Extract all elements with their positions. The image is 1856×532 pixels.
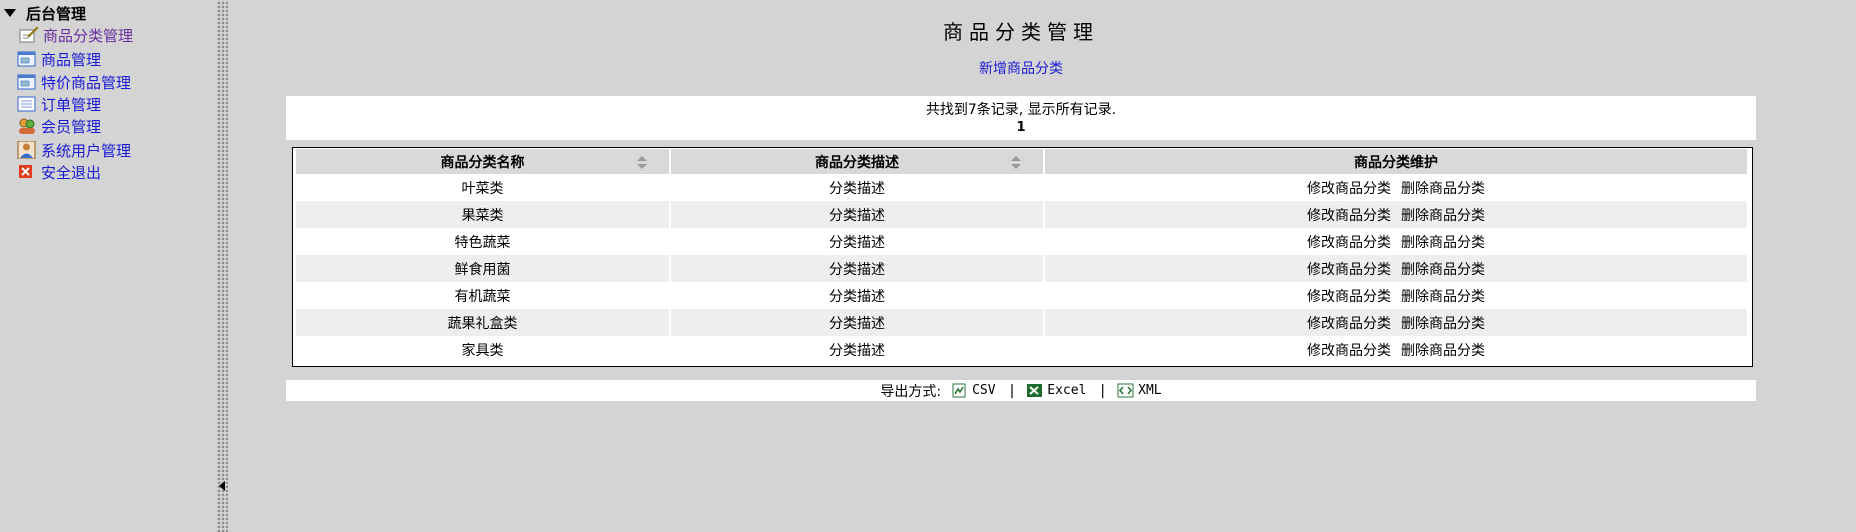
window-icon [17,50,37,68]
category-table: 商品分类名称 商品分类描述 商品分类维护 叶菜类 分类描述 修改商品分类 删除商品… [294,149,1749,363]
page-title: 商品分类管理 [943,20,1099,44]
tree-item-label: 特价商品管理 [41,73,132,92]
page-number[interactable]: 1 [286,120,1756,135]
column-header-maintenance: 商品分类维护 [1045,149,1747,174]
tree-item-label: 商品分类管理 [43,26,134,45]
close-icon [17,163,37,181]
table-row: 叶菜类 分类描述 修改商品分类 删除商品分类 [296,174,1747,201]
category-name-cell: 有机蔬菜 [454,288,511,305]
tree-item-label: 订单管理 [41,95,102,114]
edit-category-link[interactable]: 修改商品分类 [1307,262,1391,278]
table-row: 鲜食用菌 分类描述 修改商品分类 删除商品分类 [296,255,1747,282]
sort-icon[interactable] [1011,156,1021,170]
csv-icon [951,383,968,398]
maintenance-cell: 修改商品分类 删除商品分类 [1045,309,1747,336]
delete-category-link[interactable]: 删除商品分类 [1401,343,1485,359]
tree-item-special-product-management[interactable]: 特价商品管理 [17,71,131,93]
edit-category-link[interactable]: 修改商品分类 [1307,235,1391,251]
export-excel-label: Excel [1047,383,1087,398]
table-header-row: 商品分类名称 商品分类描述 商品分类维护 [296,149,1747,174]
category-table-container: 商品分类名称 商品分类描述 商品分类维护 叶菜类 分类描述 修改商品分类 删除商品… [292,147,1753,367]
tree-item-label: 系统用户管理 [41,141,132,160]
collapse-triangle-icon[interactable] [4,9,16,17]
maintenance-cell: 修改商品分类 删除商品分类 [1045,174,1747,201]
delete-category-link[interactable]: 删除商品分类 [1401,289,1485,305]
category-name-cell: 特色蔬菜 [454,234,511,251]
found-records-text: 共找到7条记录, 显示所有记录. [925,102,1117,118]
edit-category-link[interactable]: 修改商品分类 [1307,208,1391,224]
category-name-cell: 家具类 [461,342,504,359]
tree-root-label: 后台管理 [26,4,87,23]
category-desc-cell: 分类描述 [829,234,885,251]
delete-category-link[interactable]: 删除商品分类 [1401,208,1485,224]
export-xml-label: XML [1138,383,1162,398]
category-name-cell: 叶菜类 [461,180,504,197]
tree-item-logout[interactable]: 安全退出 [17,161,101,183]
maintenance-cell: 修改商品分类 删除商品分类 [1045,282,1747,309]
tree-item-order-management[interactable]: 订单管理 [17,93,101,115]
tree-item-label: 安全退出 [41,163,102,182]
column-header-name[interactable]: 商品分类名称 [296,149,669,174]
maintenance-cell: 修改商品分类 删除商品分类 [1045,336,1747,363]
window-icon [17,73,37,91]
delete-category-link[interactable]: 删除商品分类 [1401,262,1485,278]
table-row: 果菜类 分类描述 修改商品分类 删除商品分类 [296,201,1747,228]
category-desc-cell: 分类描述 [671,309,1043,336]
export-csv-label: CSV [972,383,996,398]
export-bar: 导出方式: CSV | Excel | XML [286,380,1756,401]
add-category-link[interactable]: 新增商品分类 [286,58,1756,78]
table-row: 有机蔬菜 分类描述 修改商品分类 删除商品分类 [296,282,1747,309]
category-desc-cell: 分类描述 [829,288,885,305]
xml-icon [1117,383,1134,398]
frame-splitter[interactable] [216,0,228,532]
table-row: 家具类 分类描述 修改商品分类 删除商品分类 [296,336,1747,363]
nav-tree: 后台管理 商品分类管理 商品管理 特价商品管理 订单管理 会员管理 系统用户管理… [0,0,216,532]
result-summary: 共找到7条记录, 显示所有记录. 1 [286,96,1756,140]
category-desc-cell: 分类描述 [829,342,885,359]
category-desc-cell: 分类描述 [671,201,1043,228]
maintenance-cell: 修改商品分类 删除商品分类 [1045,228,1747,255]
tree-item-label: 会员管理 [41,117,102,136]
tree-item-product-management[interactable]: 商品管理 [17,48,101,70]
category-desc-cell: 分类描述 [671,255,1043,282]
tree-root[interactable]: 后台管理 [4,3,86,23]
list-icon [17,95,37,113]
edit-category-link[interactable]: 修改商品分类 [1307,289,1391,305]
maintenance-cell: 修改商品分类 删除商品分类 [1045,255,1747,282]
export-xml-button[interactable]: XML [1117,383,1162,398]
maintenance-cell: 修改商品分类 删除商品分类 [1045,201,1747,228]
category-name-cell: 蔬果礼盒类 [296,309,669,336]
tree-item-category-management[interactable]: 商品分类管理 [19,24,133,46]
category-name-cell: 鲜食用菌 [296,255,669,282]
category-name-cell: 果菜类 [296,201,669,228]
delete-category-link[interactable]: 删除商品分类 [1401,235,1485,251]
tree-item-label: 商品管理 [41,50,102,69]
tree-item-system-user-management[interactable]: 系统用户管理 [17,139,131,161]
delete-category-link[interactable]: 删除商品分类 [1401,316,1485,332]
export-label: 导出方式: [880,383,942,400]
delete-category-link[interactable]: 删除商品分类 [1401,181,1485,197]
edit-category-link[interactable]: 修改商品分类 [1307,316,1391,332]
export-separator: | [1100,382,1106,399]
edit-category-link[interactable]: 修改商品分类 [1307,181,1391,197]
users-icon [17,117,37,135]
export-separator: | [1009,382,1015,399]
category-desc-cell: 分类描述 [829,180,885,197]
user-icon [17,140,37,160]
edit-note-icon [19,26,39,44]
sort-icon[interactable] [637,156,647,170]
export-excel-button[interactable]: Excel [1026,383,1086,398]
excel-icon [1026,383,1043,398]
column-header-description[interactable]: 商品分类描述 [671,149,1043,174]
edit-category-link[interactable]: 修改商品分类 [1307,343,1391,359]
table-row: 特色蔬菜 分类描述 修改商品分类 删除商品分类 [296,228,1747,255]
collapse-left-icon[interactable] [219,481,225,491]
table-row: 蔬果礼盒类 分类描述 修改商品分类 删除商品分类 [296,309,1747,336]
tree-item-member-management[interactable]: 会员管理 [17,115,101,137]
export-csv-button[interactable]: CSV [951,383,996,398]
